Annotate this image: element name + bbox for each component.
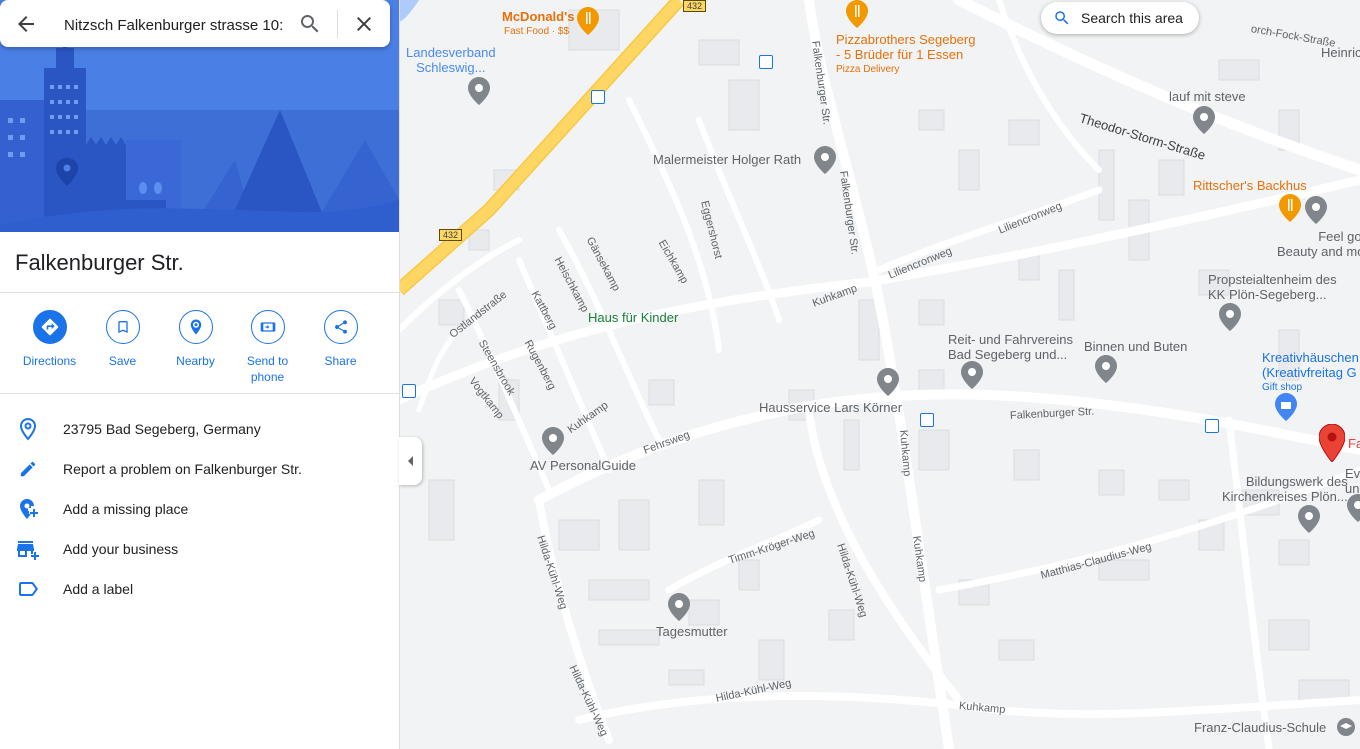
restaurant-pin-icon[interactable] <box>1279 194 1301 222</box>
add-place-icon <box>20 499 38 519</box>
map-pin-icon[interactable] <box>1347 494 1360 522</box>
label-icon <box>19 582 38 596</box>
poi-sublabel: Pizza Delivery <box>836 64 900 75</box>
directions-button[interactable]: Directions <box>13 310 86 369</box>
map-pin-icon[interactable] <box>542 427 564 455</box>
poi-label-av-personalguide[interactable]: AV PersonalGuide <box>530 458 636 473</box>
poi-label-bildungswerk[interactable]: Bildungswerk des Kirchenkreises Plön... <box>1222 474 1348 504</box>
map-pin-icon[interactable] <box>668 593 690 621</box>
map-pin-icon[interactable] <box>1193 106 1215 134</box>
poi-label-rittscher[interactable]: Rittscher's Backhus <box>1193 178 1307 193</box>
poi-label-kreativhaeuschen[interactable]: Kreativhäuschen (Kreativfreitag G <box>1262 350 1359 380</box>
add-business-icon <box>17 541 39 560</box>
add-missing-place-text: Add a missing place <box>63 501 189 517</box>
bus-stop-icon[interactable] <box>1205 419 1219 433</box>
poi-label-propsteialtenheim[interactable]: Propsteialtenheim des KK Plön-Segeberg... <box>1208 272 1337 302</box>
poi-label-ev[interactable]: Ev.-und <box>1345 466 1360 496</box>
save-button[interactable]: Save <box>86 310 159 369</box>
poi-sublabel: Fast Food · $$ <box>504 26 570 37</box>
restaurant-pin-icon[interactable] <box>846 0 868 28</box>
poi-label-tagesmutter[interactable]: Tagesmutter <box>656 624 728 639</box>
collapse-panel-button[interactable] <box>399 437 422 485</box>
address-row[interactable]: 23795 Bad Segeberg, Germany <box>0 409 399 449</box>
map-pin-icon[interactable] <box>1305 196 1327 224</box>
poi-label-binnen-buten[interactable]: Binnen und Buten <box>1084 339 1187 354</box>
add-label-text: Add a label <box>63 581 134 597</box>
page-title: Falkenburger Str. <box>15 250 184 275</box>
selected-location-pin-icon[interactable] <box>1319 424 1345 462</box>
gift-shop-pin-icon[interactable] <box>1275 393 1297 421</box>
side-panel: Falkenburger Str. Directions Save Nearby… <box>0 0 400 749</box>
poi-label-franz-claudius-schule[interactable]: Franz-Claudius-Schule <box>1194 720 1326 735</box>
poi-label-reitverein[interactable]: Reit- und Fahrvereins Bad Segeberg und... <box>948 332 1073 362</box>
map-pin-icon[interactable] <box>1298 505 1320 533</box>
report-problem-row[interactable]: Report a problem on Falkenburger Str. <box>0 449 399 489</box>
search-icon[interactable] <box>298 12 322 36</box>
map-pin-icon[interactable] <box>877 368 899 396</box>
search-divider <box>337 10 338 38</box>
poi-sublabel: Gift shop <box>1262 382 1303 393</box>
send-to-phone-label: Send to phone <box>246 354 289 384</box>
map-pin-icon[interactable] <box>468 77 490 105</box>
directions-icon <box>32 310 67 344</box>
bus-stop-icon[interactable] <box>759 55 773 69</box>
add-business-text: Add your business <box>63 541 179 557</box>
back-arrow-icon[interactable] <box>14 12 38 36</box>
add-label-row[interactable]: Add a label <box>0 569 399 609</box>
address-text: 23795 Bad Segeberg, Germany <box>63 421 261 437</box>
poi-label-landesverband[interactable]: Landesverband Schleswig... <box>406 45 496 75</box>
nearby-button[interactable]: Nearby <box>159 310 232 369</box>
poi-label-pizzabrothers[interactable]: Pizzabrothers Segeberg <box>836 32 975 47</box>
school-icon[interactable] <box>1337 718 1355 736</box>
poi-label-feel-good[interactable]: Feel goodBeauty and more <box>1277 229 1360 259</box>
bus-stop-icon[interactable] <box>591 90 605 104</box>
map-pin-icon[interactable] <box>961 361 983 389</box>
road-shield: 432 <box>683 0 707 12</box>
directions-label: Directions <box>22 354 77 368</box>
send-to-phone-icon <box>250 310 285 344</box>
report-problem-text: Report a problem on Falkenburger Str. <box>63 461 302 477</box>
poi-label-haus-fuer-kinder[interactable]: Haus für Kinder <box>588 310 678 325</box>
map-canvas[interactable]: 432 432 McDonald's Fast Food · $$ Pizzab… <box>399 0 1360 749</box>
search-this-area-button[interactable]: Search this area <box>1041 2 1199 34</box>
search-input[interactable] <box>62 12 286 38</box>
poi-label-pizzabrothers-2: - 5 Brüder für 1 Essen <box>836 47 964 62</box>
search-box <box>0 0 390 47</box>
map-pin-icon[interactable] <box>1095 355 1117 383</box>
nearby-label: Nearby <box>176 354 215 368</box>
share-label: Share <box>324 354 357 368</box>
save-label: Save <box>108 354 137 368</box>
poi-label-hausservice[interactable]: Hausservice Lars Körner <box>759 400 902 415</box>
share-icon <box>323 310 358 344</box>
bus-stop-icon[interactable] <box>920 413 934 427</box>
poi-label-lauf[interactable]: lauf mit steve <box>1169 89 1246 104</box>
poi-label-mcdonalds[interactable]: McDonald's <box>502 9 574 24</box>
add-business-row[interactable]: Add your business <box>0 529 399 569</box>
poi-label-malermeister[interactable]: Malermeister Holger Rath <box>653 152 801 167</box>
share-button[interactable]: Share <box>304 310 377 369</box>
map-pin-icon[interactable] <box>814 146 836 174</box>
bus-stop-icon[interactable] <box>402 384 416 398</box>
road-shield: 432 <box>439 229 463 241</box>
restaurant-pin-icon[interactable] <box>577 7 599 35</box>
divider <box>0 393 399 394</box>
divider <box>0 292 399 293</box>
nearby-icon <box>178 310 213 344</box>
search-icon <box>1055 11 1069 25</box>
send-to-phone-button[interactable]: Send to phone <box>231 310 304 385</box>
pencil-icon <box>20 461 36 477</box>
location-pin-icon <box>19 417 37 441</box>
add-missing-place-row[interactable]: Add a missing place <box>0 489 399 529</box>
map-pin-icon[interactable] <box>1219 303 1241 331</box>
poi-label-selected[interactable]: Fa <box>1348 436 1360 451</box>
bookmark-icon <box>105 310 140 344</box>
close-icon[interactable] <box>352 12 376 36</box>
chevron-left-icon <box>407 456 413 466</box>
search-this-area-label: Search this area <box>1081 10 1183 26</box>
